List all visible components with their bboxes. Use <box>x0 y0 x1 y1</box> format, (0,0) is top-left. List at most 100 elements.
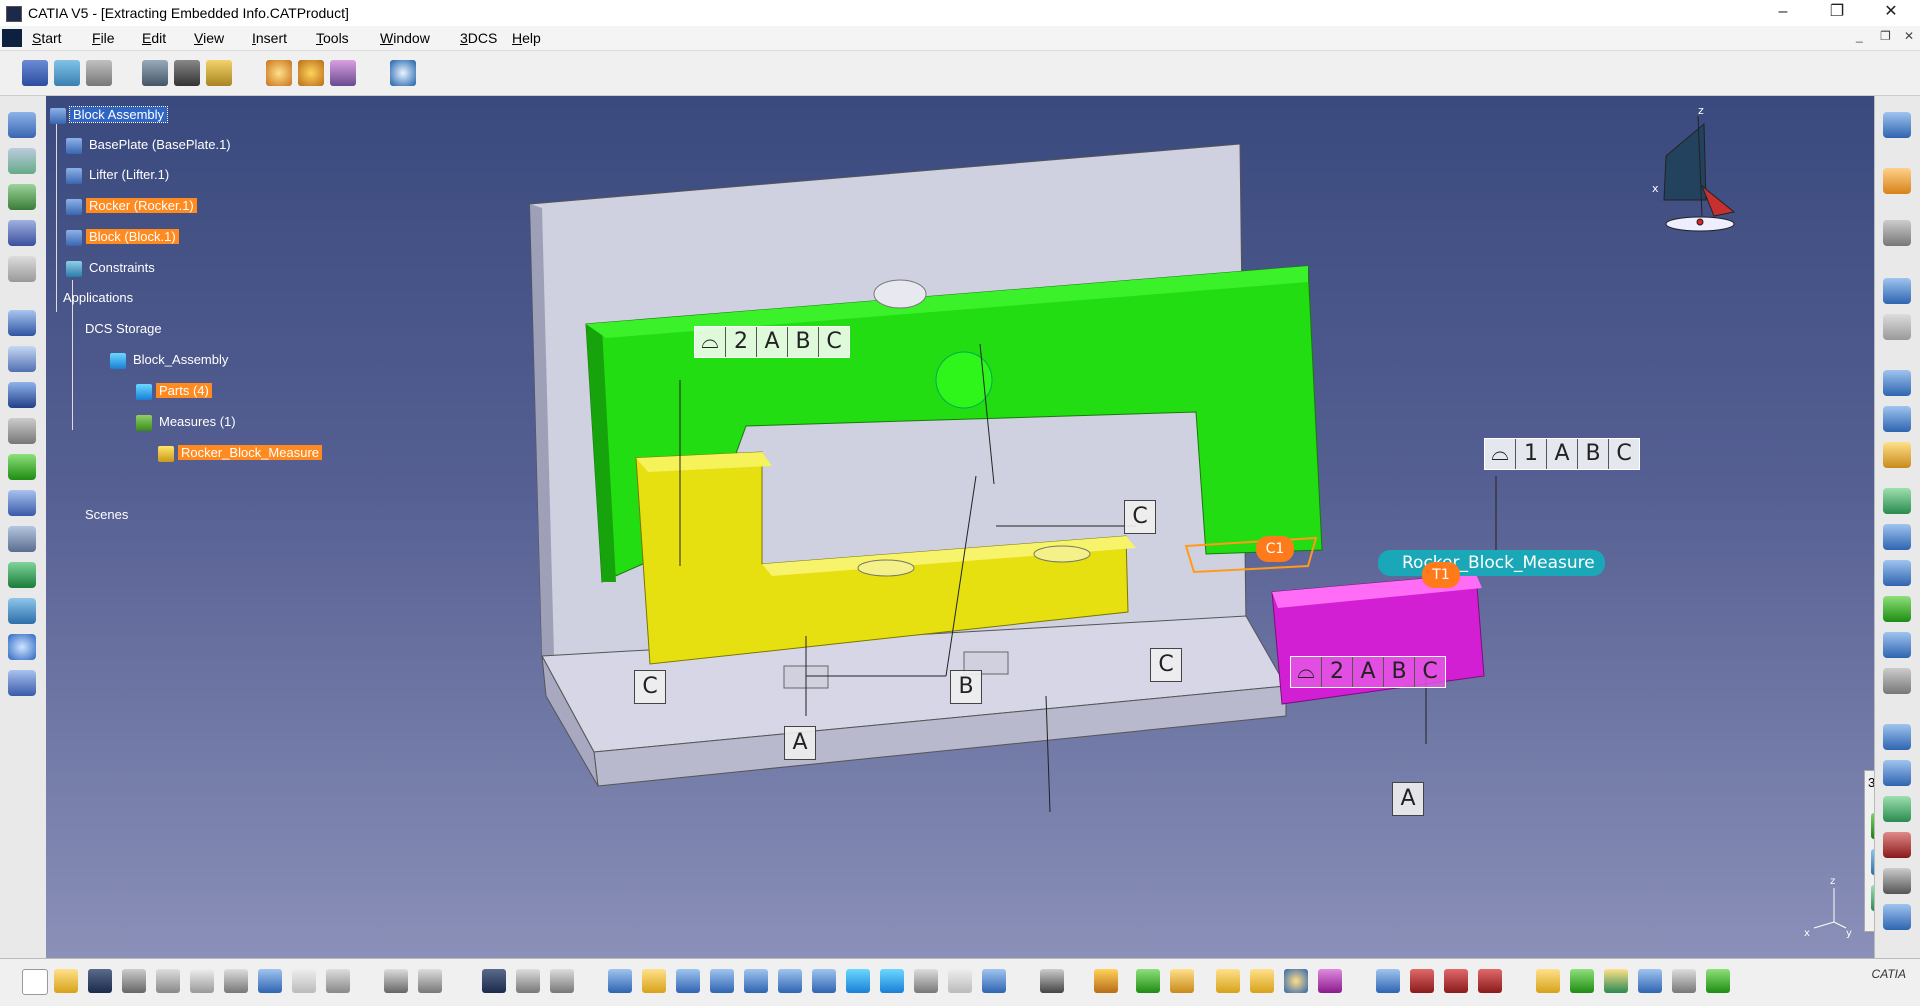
view-cube-icon[interactable] <box>8 112 36 138</box>
grid-snap-icon[interactable] <box>1376 969 1400 993</box>
tree-item-constraints[interactable]: Constraints <box>66 259 158 277</box>
report-book-icon[interactable] <box>1883 832 1911 858</box>
existing-component-icon[interactable] <box>54 60 80 86</box>
new-icon[interactable] <box>22 969 48 995</box>
tree-item-applications[interactable]: Applications <box>60 289 136 307</box>
tree-item-label[interactable]: Rocker_Block_Measure <box>178 445 323 460</box>
axis-chart-icon[interactable] <box>1638 969 1662 993</box>
update-icon[interactable] <box>266 60 292 86</box>
table-icon[interactable] <box>482 969 506 993</box>
reconnect-icon[interactable] <box>330 60 356 86</box>
anchor-icon[interactable] <box>1250 969 1274 993</box>
comment-icon[interactable] <box>418 969 442 993</box>
curve-icon[interactable] <box>1478 969 1502 993</box>
formula-icon[interactable] <box>384 969 408 993</box>
stats-icon[interactable] <box>1604 969 1628 993</box>
doc-minimize-button[interactable]: _ <box>1856 29 1863 43</box>
tree-item-label[interactable]: Measures (1) <box>156 414 239 429</box>
doc-close-button[interactable]: ✕ <box>1904 29 1914 43</box>
sensitivity-icon[interactable] <box>1883 560 1911 586</box>
tree-item-scenes[interactable]: Scenes <box>82 506 131 524</box>
zoom-in-icon[interactable] <box>744 969 768 993</box>
binoculars-icon[interactable] <box>8 382 36 408</box>
layers-icon[interactable] <box>1883 904 1911 930</box>
generate-numbering-icon[interactable] <box>86 60 112 86</box>
tree-item-lifter[interactable]: Lifter (Lifter.1) <box>66 166 172 184</box>
results-icon[interactable] <box>1883 668 1911 694</box>
edit-icon[interactable] <box>1883 442 1911 468</box>
tolerance-icon[interactable] <box>8 148 36 174</box>
product-structure-icon[interactable] <box>22 60 48 86</box>
print-icon[interactable] <box>122 969 146 993</box>
download-icon[interactable] <box>1444 969 1468 993</box>
fcf-top[interactable]: ⌓ 2 A B C <box>694 326 850 358</box>
capture-icon[interactable] <box>1040 969 1064 993</box>
datum-icon[interactable] <box>8 184 36 210</box>
chart-icon[interactable] <box>1570 969 1594 993</box>
whats-this-icon[interactable] <box>326 969 350 993</box>
datum-a-label[interactable]: A <box>784 726 816 760</box>
constraint-icon[interactable] <box>298 60 324 86</box>
sphere-icon[interactable] <box>1284 969 1308 993</box>
axis-system-icon[interactable] <box>1318 969 1342 993</box>
tree-item-rocker-block-measure[interactable]: Rocker_Block_Measure <box>158 444 323 462</box>
close-button[interactable]: ✕ <box>1864 0 1918 26</box>
cut-icon[interactable] <box>156 969 180 993</box>
analysis-icon[interactable] <box>8 526 36 552</box>
minimize-button[interactable]: – <box>1756 0 1810 26</box>
measure-point-tag[interactable]: T1 <box>1422 562 1460 588</box>
shading-icon[interactable] <box>914 969 938 993</box>
hide-show-icon[interactable] <box>948 969 972 993</box>
person-icon[interactable] <box>1883 760 1911 786</box>
analysis-run-icon[interactable] <box>1883 488 1911 514</box>
tree-item-label[interactable]: Constraints <box>86 260 158 275</box>
restore-button[interactable]: ❐ <box>1810 0 1864 26</box>
datum-tool-icon[interactable] <box>1216 969 1240 993</box>
gear-icon[interactable] <box>8 490 36 516</box>
fix-component-icon[interactable] <box>206 60 232 86</box>
fit-all-icon[interactable] <box>642 969 666 993</box>
feature-icon[interactable] <box>8 220 36 246</box>
catia-menu-logo-icon[interactable] <box>2 29 22 47</box>
datum-c-label[interactable]: C <box>634 670 666 704</box>
tree-item-label[interactable]: BasePlate (BasePlate.1) <box>86 137 234 152</box>
doc-restore-button[interactable]: ❐ <box>1880 29 1891 43</box>
catalog-icon[interactable] <box>516 969 540 993</box>
tree-root-label[interactable]: Block Assembly <box>68 106 169 123</box>
menu-help[interactable]: Help <box>512 30 541 46</box>
swap-space-icon[interactable] <box>982 969 1006 993</box>
paste-icon[interactable] <box>224 969 248 993</box>
move-point-icon[interactable] <box>1883 406 1911 432</box>
simulation-icon[interactable] <box>1883 596 1911 622</box>
export-icon[interactable] <box>1883 796 1911 822</box>
hide-icon[interactable] <box>1883 314 1911 340</box>
tree-item-label[interactable]: DCS Storage <box>82 321 165 336</box>
magnet-icon[interactable] <box>1410 969 1434 993</box>
tolerance-setup-icon[interactable] <box>1883 370 1911 396</box>
undo-icon[interactable] <box>258 969 282 993</box>
sheet-icon[interactable] <box>8 346 36 372</box>
fly-mode-icon[interactable] <box>608 969 632 993</box>
menu-tools[interactable]: Tools <box>316 30 349 46</box>
tree-item-dcs-storage[interactable]: DCS Storage <box>82 320 165 338</box>
tolerance-tools-icon[interactable] <box>1136 969 1160 993</box>
tools-icon[interactable] <box>8 418 36 444</box>
multi-view-icon[interactable] <box>846 969 870 993</box>
measure-callout[interactable]: Rocker_Block_Measure <box>1378 550 1605 576</box>
tree-item-parts[interactable]: Parts (4) <box>136 382 212 400</box>
rotate-icon[interactable] <box>1883 278 1911 304</box>
iso-view-icon[interactable] <box>880 969 904 993</box>
fcf-magenta[interactable]: ⌓ 2 A B C <box>1290 656 1446 688</box>
sample-icon[interactable] <box>1883 632 1911 658</box>
lightning-icon[interactable] <box>1536 969 1560 993</box>
zoom-out-icon[interactable] <box>778 969 802 993</box>
menu-view[interactable]: View <box>194 30 224 46</box>
measure-tool-icon[interactable] <box>1170 969 1194 993</box>
select-arrow-icon[interactable] <box>1883 168 1911 194</box>
save-icon[interactable] <box>88 969 112 993</box>
tree-item-label[interactable]: Parts (4) <box>156 383 212 398</box>
help-icon[interactable] <box>8 634 36 660</box>
update-all-icon[interactable] <box>1094 969 1118 993</box>
manipulate-icon[interactable] <box>142 60 168 86</box>
part-icon[interactable] <box>8 256 36 282</box>
